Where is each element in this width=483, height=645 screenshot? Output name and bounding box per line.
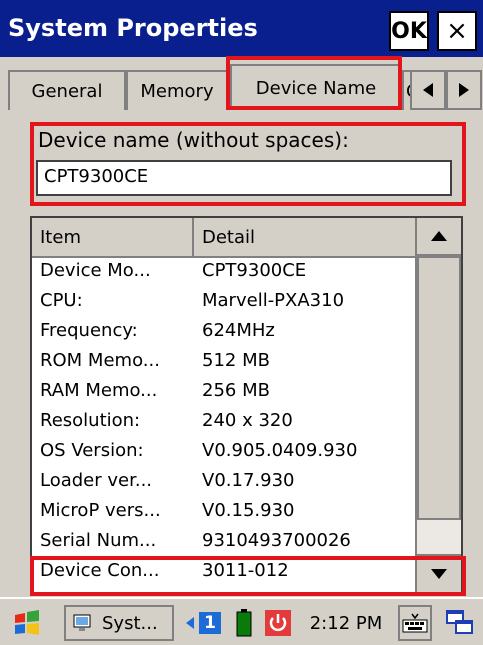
device-info-list: Item Detail Device Mo... CPT9300CE CPU: Ma… [30,216,463,596]
keyboard-icon[interactable] [398,605,432,641]
tab-scroll-left-button[interactable] [410,70,446,110]
row-detail: 240 x 320 [202,410,293,431]
system-properties-icon [73,614,91,631]
chevron-right-icon [459,83,469,97]
chevron-left-icon [423,83,433,97]
taskbar-app-system-properties[interactable]: Syst... [64,605,174,641]
table-row[interactable]: Resolution: 240 x 320 [32,410,417,440]
chevron-left-icon [186,617,194,629]
table-row[interactable]: Device Mo... CPT9300CE [32,260,417,290]
row-item: Device Con... [40,560,160,581]
row-detail: V0.15.930 [202,500,295,521]
scroll-up-button[interactable] [417,218,461,256]
row-detail: V0.905.0409.930 [202,440,358,461]
arrow-up-icon [431,231,447,241]
row-item: Loader ver... [40,470,153,491]
row-item: OS Version: [40,440,144,461]
table-row[interactable]: CPU: Marvell-PXA310 [32,290,417,320]
window-title: System Properties [8,14,258,42]
column-header-detail[interactable]: Detail [194,218,417,256]
row-item: CPU: [40,290,83,311]
title-bar: System Properties OK × [0,0,483,57]
arrow-down-icon [431,569,447,579]
tab-device-name-label: Device Name [255,77,377,99]
scroll-thumb[interactable] [417,256,461,520]
scroll-down-button[interactable] [417,554,461,592]
list-header: Item Detail [32,218,417,258]
taskbar-app-label: Syst... [102,612,158,634]
row-detail: V0.17.930 [202,470,295,491]
table-row[interactable]: Frequency: 624MHz [32,320,417,350]
windows-flag-icon [15,610,39,635]
ok-button[interactable]: OK [389,11,429,51]
battery-icon[interactable] [232,605,256,641]
device-name-input[interactable]: CPT9300CE [36,160,452,196]
row-item: RAM Memo... [40,380,158,401]
table-row[interactable]: RAM Memo... 256 MB [32,380,417,410]
clock-time[interactable]: 2:12 PM [297,605,395,641]
table-row[interactable]: OS Version: V0.905.0409.930 [32,440,417,470]
row-detail: 624MHz [202,320,275,341]
tab-memory-label: Memory [140,80,214,102]
column-header-item[interactable]: Item [32,218,194,256]
desktop-windows-icon[interactable] [442,605,478,641]
tab-general[interactable]: General [8,70,126,110]
row-item: Frequency: [40,320,138,341]
tab-general-label: General [31,80,103,102]
input-page-indicator[interactable]: 1 [182,605,224,641]
tab-scroll-right-button[interactable] [446,70,482,110]
row-detail: 3011-012 [202,560,289,581]
row-detail: Marvell-PXA310 [202,290,345,311]
row-detail: 512 MB [202,350,270,371]
list-scrollbar[interactable] [415,218,461,594]
row-detail: 9310493700026 [202,530,351,551]
row-item: Device Mo... [40,260,151,281]
start-button[interactable] [2,605,52,641]
table-row[interactable]: Serial Num... 9310493700026 [32,530,417,560]
row-detail: 256 MB [202,380,270,401]
table-row[interactable]: ROM Memo... 512 MB [32,350,417,380]
table-row[interactable]: MicroP vers... V0.15.930 [32,500,417,530]
page-number: 1 [199,612,221,634]
device-name-label: Device name (without spaces): [38,128,349,152]
row-item: Serial Num... [40,530,157,551]
tab-memory[interactable]: Memory [126,70,228,110]
close-button[interactable]: × [437,11,477,51]
power-icon[interactable] [264,605,292,641]
row-item: MicroP vers... [40,500,161,521]
tab-scroll-arrows [410,70,482,110]
table-row[interactable]: Loader ver... V0.17.930 [32,470,417,500]
row-item: Resolution: [40,410,141,431]
taskbar: Syst... 1 2:12 PM [0,597,483,645]
row-detail: CPT9300CE [202,260,307,281]
row-item: ROM Memo... [40,350,160,371]
table-row[interactable]: Device Con... 3011-012 [32,560,417,590]
tab-device-name[interactable]: Device Name [230,64,402,110]
